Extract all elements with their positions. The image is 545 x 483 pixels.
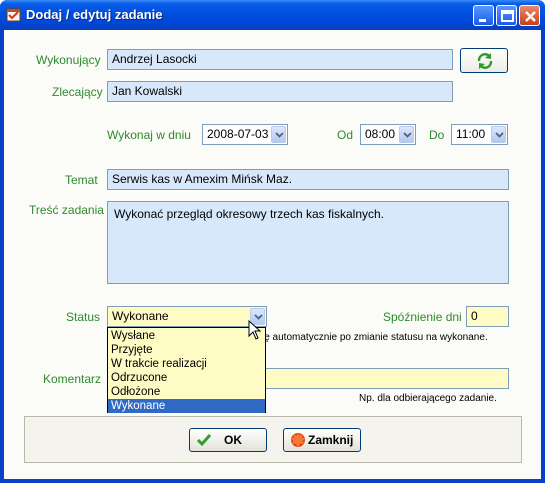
status-combo[interactable]: Wykonane bbox=[107, 306, 267, 327]
ok-button[interactable]: OK bbox=[189, 428, 267, 452]
status-option-wyslane[interactable]: Wysłane bbox=[108, 329, 265, 343]
close-icon bbox=[525, 11, 536, 22]
od-combo[interactable]: 08:00 bbox=[360, 124, 416, 145]
temat-label: Temat bbox=[65, 173, 98, 187]
tresc-label: Treść zadania bbox=[29, 203, 104, 217]
status-option-wykonane[interactable]: Wykonane bbox=[108, 399, 265, 413]
title-bar[interactable]: Dodaj / edytuj zadanie bbox=[0, 0, 545, 30]
zamknij-label: Zamknij bbox=[308, 433, 354, 447]
dialog-window: Dodaj / edytuj zadanie Wykonujący Andrze… bbox=[0, 0, 545, 483]
od-dropdown-arrow[interactable] bbox=[399, 126, 414, 143]
do-combo[interactable]: 11:00 bbox=[451, 124, 508, 145]
refresh-icon bbox=[477, 53, 493, 69]
status-option-odlozone[interactable]: Odłożone bbox=[108, 385, 265, 399]
zlecajacy-label: Zlecający bbox=[52, 85, 103, 99]
spoznienie-label: Spóźnienie dni bbox=[383, 310, 462, 324]
status-option-w-trakcie[interactable]: W trakcie realizacji bbox=[108, 357, 265, 371]
stop-icon bbox=[291, 433, 305, 447]
tresc-textarea[interactable]: Wykonać przegląd okresowy trzech kas fis… bbox=[107, 201, 509, 284]
minimize-icon bbox=[479, 19, 486, 22]
status-label: Status bbox=[66, 310, 101, 324]
status-option-przyjete[interactable]: Przyjęte bbox=[108, 343, 265, 357]
date-value: 2008-07-03 bbox=[207, 127, 269, 141]
dialog-body: Wykonujący Andrzej Lasocki Zlecający Jan… bbox=[4, 30, 541, 479]
status-dropdown-list: Wysłane Przyjęte W trakcie realizacji Od… bbox=[107, 327, 266, 413]
close-window-button[interactable] bbox=[519, 5, 540, 26]
wykonaj-w-dniu-label: Wykonaj w dniu bbox=[107, 128, 191, 142]
spoznienie-field[interactable]: 0 bbox=[466, 306, 509, 327]
wykonujacy-field[interactable]: Andrzej Lasocki bbox=[107, 49, 453, 70]
od-value: 08:00 bbox=[365, 127, 396, 141]
auto-status-hint: ię automatycznie po zmianie statusu na w… bbox=[262, 332, 488, 343]
do-label: Do bbox=[429, 128, 445, 142]
od-label: Od bbox=[337, 128, 354, 142]
do-dropdown-arrow[interactable] bbox=[491, 126, 506, 143]
ok-label: OK bbox=[224, 433, 242, 447]
chevron-down-icon bbox=[495, 132, 504, 138]
button-panel: OK Zamknij bbox=[24, 416, 522, 463]
status-value: Wykonane bbox=[112, 309, 169, 323]
checkmark-icon bbox=[196, 434, 212, 447]
window-title: Dodaj / edytuj zadanie bbox=[26, 7, 163, 22]
wykonujacy-label: Wykonujący bbox=[36, 53, 101, 67]
date-combo[interactable]: 2008-07-03 bbox=[202, 124, 288, 145]
temat-field[interactable]: Serwis kas w Amexim Mińsk Maz. bbox=[107, 169, 509, 190]
zlecajacy-field[interactable]: Jan Kowalski bbox=[107, 81, 453, 102]
chevron-down-icon bbox=[403, 132, 412, 138]
maximize-button[interactable] bbox=[496, 5, 517, 26]
komentarz-label: Komentarz bbox=[43, 372, 102, 386]
chevron-down-icon bbox=[275, 132, 284, 138]
refresh-button[interactable] bbox=[460, 48, 508, 73]
status-option-odrzucone[interactable]: Odrzucone bbox=[108, 371, 265, 385]
komentarz-hint: Np. dla odbierającego zadanie. bbox=[359, 393, 497, 404]
maximize-icon bbox=[501, 10, 514, 22]
app-icon bbox=[6, 8, 21, 22]
zamknij-button[interactable]: Zamknij bbox=[283, 428, 361, 452]
date-dropdown-arrow[interactable] bbox=[271, 126, 286, 143]
do-value: 11:00 bbox=[456, 127, 486, 141]
minimize-button[interactable] bbox=[473, 5, 494, 26]
mouse-cursor-icon bbox=[248, 320, 262, 340]
